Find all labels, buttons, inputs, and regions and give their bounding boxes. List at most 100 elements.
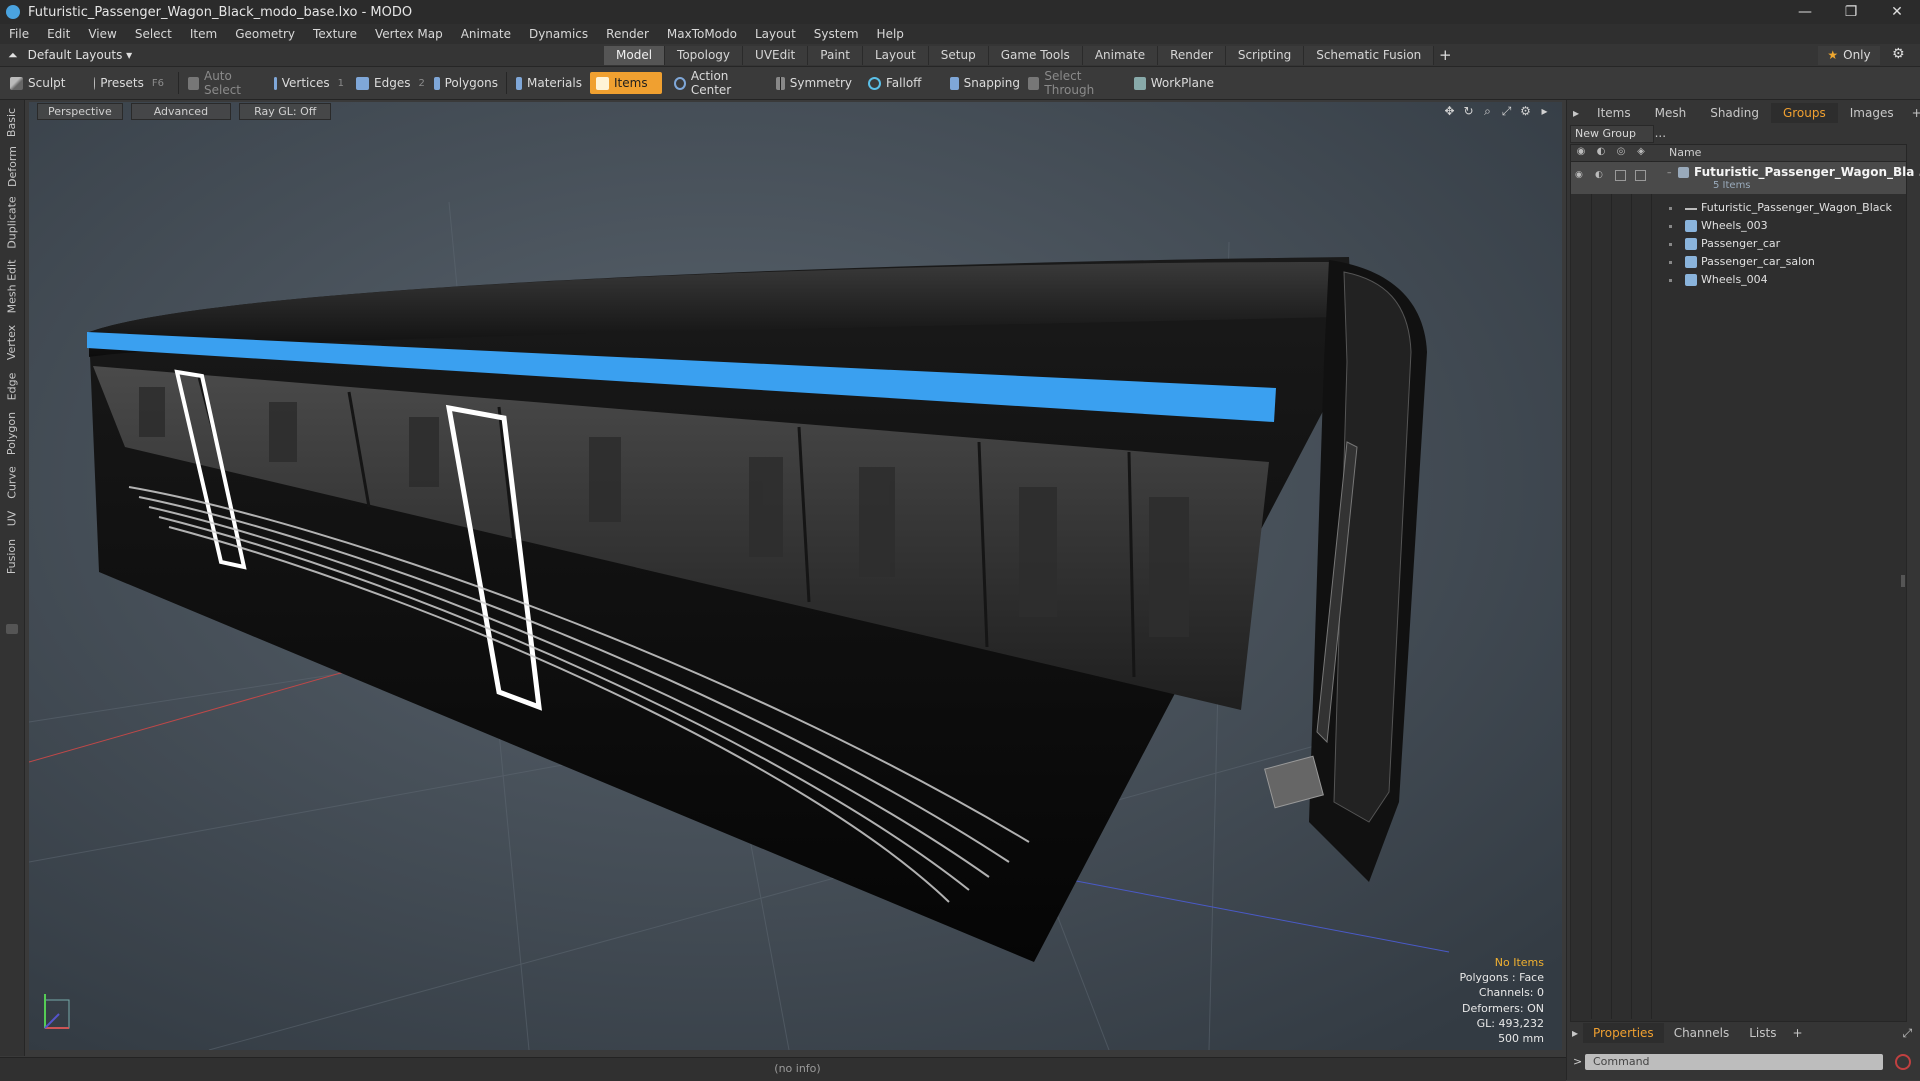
menu-item[interactable]: Item [181,24,226,44]
tab-topology[interactable]: Topology [665,46,744,65]
menu-vertex-map[interactable]: Vertex Map [366,24,452,44]
select-column-icon[interactable]: ◈ [1633,146,1649,160]
command-stop-icon[interactable] [1895,1054,1911,1070]
menu-texture[interactable]: Texture [304,24,366,44]
panel-toggle-icon[interactable] [2,620,22,638]
render-column-icon[interactable]: ◐ [1593,146,1609,160]
workplane-button[interactable]: WorkPlane [1128,72,1220,94]
polygons-button[interactable]: Polygons [428,72,504,94]
name-column-header[interactable]: Name [1669,146,1701,159]
snapping-button[interactable]: Snapping [944,72,1026,94]
tree-item-passenger-car[interactable]: Passenger_car [1571,235,1906,253]
group-render-icon[interactable]: ◐ [1595,170,1603,180]
action-center-button[interactable]: Action Center [668,69,768,97]
perspective-button[interactable]: Perspective [37,103,123,120]
presets-button[interactable]: Presets F6 [88,72,170,94]
ray-gl-button[interactable]: Ray GL: Off [239,103,332,120]
group-expand-icon[interactable]: – [1667,168,1672,178]
menu-render[interactable]: Render [597,24,658,44]
tab-items[interactable]: Items [1585,103,1643,123]
advanced-button[interactable]: Advanced [130,103,232,120]
3d-viewport[interactable] [29,102,1562,1050]
tab-render[interactable]: Render [1158,46,1226,65]
layout-select[interactable]: ⏶ Default Layouts ▾ [8,46,132,64]
tab-mesh[interactable]: Mesh ... [1643,103,1699,140]
add-panel-tab-icon[interactable]: + [1906,103,1920,123]
panel-collapse-icon[interactable]: ▸ [1567,103,1585,123]
menu-dynamics[interactable]: Dynamics [520,24,597,44]
vtab-duplicate[interactable]: Duplicate [2,192,22,252]
vtab-vertex[interactable]: Vertex [2,320,22,364]
vtab-fusion[interactable]: Fusion [2,534,22,578]
tab-paint[interactable]: Paint [808,46,863,65]
group-row[interactable]: ◉ ◐ – Futuristic_Passenger_Wagon_Bla ...… [1571,162,1920,194]
tab-game-tools[interactable]: Game Tools [988,46,1083,65]
materials-button[interactable]: Materials [510,72,588,94]
tree-item-locator[interactable]: Futuristic_Passenger_Wagon_Black [1571,199,1906,217]
add-props-tab-icon[interactable]: + [1786,1023,1808,1043]
menu-layout[interactable]: Layout [746,24,805,44]
close-button[interactable]: ✕ [1874,0,1920,24]
tab-model[interactable]: Model [604,46,666,65]
vtab-basic[interactable]: Basic [2,104,22,140]
vtab-polygon[interactable]: Polygon [2,408,22,458]
vtab-uv[interactable]: UV [2,506,22,530]
group-select-checkbox[interactable] [1635,170,1646,181]
pan-icon[interactable]: ✥ [1440,104,1459,120]
viewport-menu-icon[interactable]: ▸ [1535,104,1554,120]
menu-geometry[interactable]: Geometry [226,24,304,44]
vertices-button[interactable]: Vertices 1 [268,72,350,94]
command-input[interactable]: Command [1585,1054,1883,1070]
tab-animate[interactable]: Animate [1082,46,1159,65]
vtab-deform[interactable]: Deform [2,144,22,188]
only-toggle[interactable]: ★ Only [1818,46,1880,65]
menu-animate[interactable]: Animate [452,24,520,44]
tab-groups[interactable]: Groups [1770,103,1838,123]
fit-icon[interactable]: ⤢ [1497,104,1516,120]
items-button[interactable]: Items [590,72,662,94]
vtab-curve[interactable]: Curve [2,462,22,502]
auto-select-button[interactable]: Auto Select [182,69,268,97]
group-lock-checkbox[interactable] [1615,170,1626,181]
tab-schematic-fusion[interactable]: Schematic Fusion [1304,46,1435,65]
menu-system[interactable]: System [805,24,868,44]
edges-button[interactable]: Edges 2 [350,72,432,94]
tree-item-wheels-003[interactable]: Wheels_003 [1571,217,1906,235]
tree-item-passenger-car-salon[interactable]: Passenger_car_salon [1571,253,1906,271]
props-gear-icon[interactable]: ⚙ [1916,1023,1920,1043]
restore-button[interactable]: ❐ [1828,0,1874,24]
tab-layout[interactable]: Layout [862,46,929,65]
menu-help[interactable]: Help [868,24,913,44]
props-maximize-icon[interactable]: ⤢ [1899,1023,1917,1043]
rotate-icon[interactable]: ↻ [1459,104,1478,120]
list-scrollbar[interactable] [1901,575,1905,587]
tab-shading[interactable]: Shading [1698,103,1771,123]
menu-edit[interactable]: Edit [38,24,79,44]
falloff-button[interactable]: Falloff [862,72,944,94]
tab-scripting[interactable]: Scripting [1225,46,1305,65]
tree-item-wheels-004[interactable]: Wheels_004 [1571,271,1906,289]
tab-lists[interactable]: Lists [1739,1023,1786,1043]
vtab-edge[interactable]: Edge [2,368,22,404]
symmetry-button[interactable]: Symmetry [770,72,858,94]
menu-file[interactable]: File [0,24,38,44]
menu-view[interactable]: View [79,24,125,44]
tab-channels[interactable]: Channels [1664,1023,1740,1043]
sculpt-button[interactable]: Sculpt [4,72,88,94]
tab-properties[interactable]: Properties [1583,1023,1664,1043]
gear-icon[interactable]: ⚙ [1892,46,1905,62]
tab-uvedit[interactable]: UVEdit [743,46,809,65]
menu-maxtomodo[interactable]: MaxToModo [658,24,746,44]
new-group-button[interactable]: New Group [1570,125,1654,143]
zoom-icon[interactable]: ⌕ [1478,104,1497,120]
add-tab-button[interactable]: + [1434,46,1456,66]
minimize-button[interactable]: — [1782,0,1828,24]
menu-select[interactable]: Select [126,24,181,44]
vtab-mesh-edit[interactable]: Mesh Edit [2,256,22,316]
select-through-button[interactable]: Select Through [1022,69,1130,97]
tab-images[interactable]: Images [1838,103,1906,123]
group-eye-icon[interactable]: ◉ [1575,170,1585,180]
lock-column-icon[interactable]: ◎ [1613,146,1629,160]
viewport-gear-icon[interactable]: ⚙ [1516,104,1535,120]
props-collapse-icon[interactable]: ▸ [1567,1023,1583,1043]
